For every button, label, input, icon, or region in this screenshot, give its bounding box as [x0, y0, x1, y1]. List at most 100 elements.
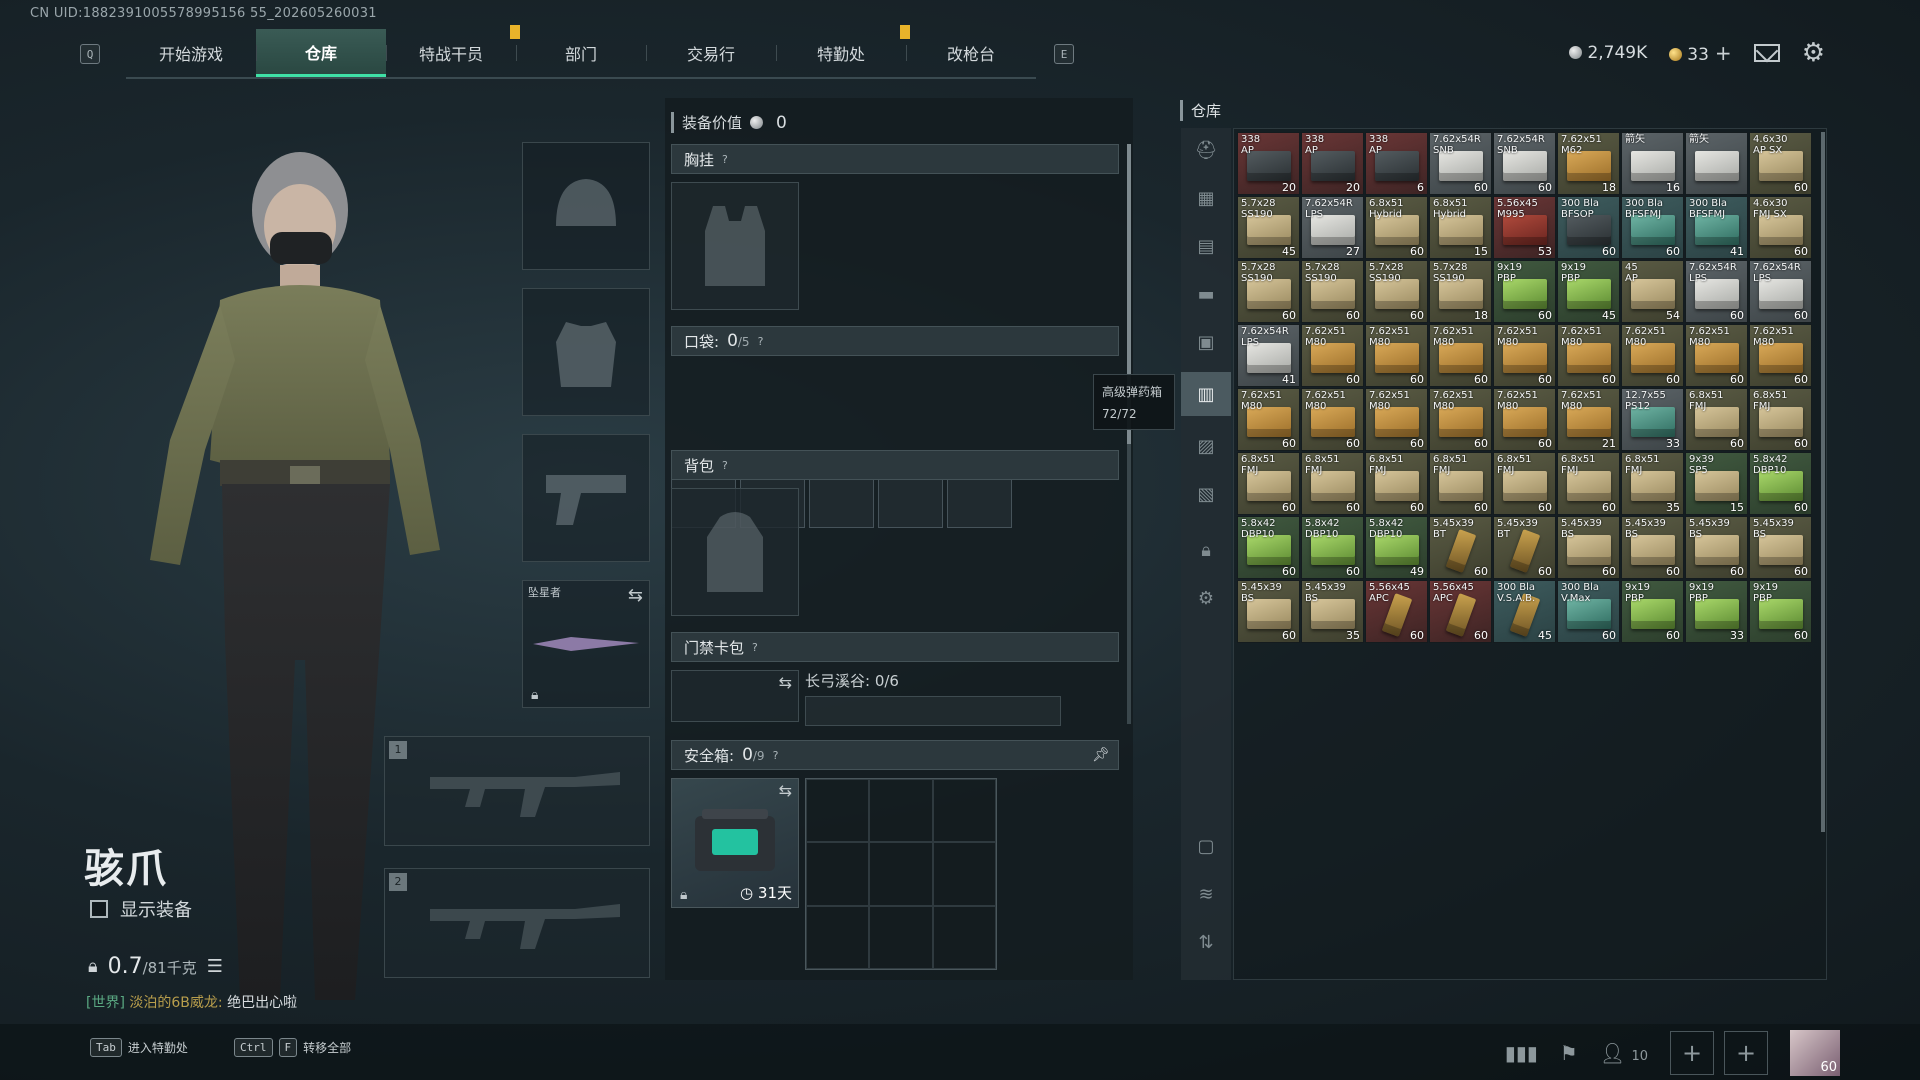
add-teammate-button[interactable]: + — [1670, 1031, 1714, 1075]
warehouse-item[interactable]: 5.7x28 SS190 60 — [1301, 260, 1364, 323]
armor-category-icon[interactable]: ▦ — [1181, 176, 1231, 220]
warehouse-item[interactable]: 7.62x51 M80 60 — [1493, 388, 1556, 451]
world-chat[interactable]: [世界] 淡泊的6B威龙: 绝巴出心啦 — [86, 992, 297, 1012]
warehouse-item[interactable]: 9x19 PBP 33 — [1685, 580, 1748, 643]
warehouse-item[interactable]: 5.45x39 BS 60 — [1685, 516, 1748, 579]
warehouse-item[interactable]: 5.45x39 BS 60 — [1557, 516, 1620, 579]
warehouse-item[interactable]: 5.8x42 DBP10 60 — [1301, 516, 1364, 579]
safe-box-grid[interactable] — [805, 778, 997, 970]
help-icon[interactable]: ? — [752, 641, 758, 654]
warehouse-item[interactable]: 12.7x55 PS12 33 — [1621, 388, 1684, 451]
warehouse-item[interactable]: 300 Bla V.S.A.B. 45 — [1493, 580, 1556, 643]
player-avatar[interactable]: 60 — [1790, 1030, 1840, 1076]
list-icon[interactable]: ☰ — [207, 956, 223, 977]
warehouse-item[interactable]: 5.56x45 M995 53 — [1493, 196, 1556, 259]
warehouse-item[interactable]: 6.8x51 Hybrid 60 — [1365, 196, 1428, 259]
warehouse-item[interactable]: 9x39 SP5 15 — [1685, 452, 1748, 515]
warehouse-item[interactable]: 7.62x54R LPS 60 — [1749, 260, 1812, 323]
warehouse-item[interactable]: 4.6x30 FMJ SX 60 — [1749, 196, 1812, 259]
safe-cell[interactable] — [932, 779, 996, 843]
warehouse-item[interactable]: 7.62x54R LPS 60 — [1685, 260, 1748, 323]
warehouse-item[interactable]: 6.8x51 FMJ 60 — [1301, 452, 1364, 515]
warehouse-item[interactable]: 300 Bla V.Max 60 — [1557, 580, 1620, 643]
warehouse-item[interactable]: 45 AP 54 — [1621, 260, 1684, 323]
warehouse-item[interactable]: 7.62x54R LPS 41 — [1237, 324, 1300, 387]
warehouse-item[interactable]: 7.62x51 M80 21 — [1557, 388, 1620, 451]
help-icon[interactable]: ? — [773, 749, 779, 762]
warehouse-item[interactable]: 7.62x51 M80 60 — [1749, 324, 1812, 387]
warehouse-scrollbar[interactable] — [1821, 132, 1825, 832]
enter-special-ops-hint[interactable]: Tab 进入特勤处 — [90, 1038, 188, 1057]
help-icon[interactable]: ? — [758, 335, 764, 348]
warehouse-item[interactable]: 6.8x51 FMJ 60 — [1237, 452, 1300, 515]
armor-slot[interactable] — [522, 288, 650, 416]
warehouse-item[interactable]: 9x19 PBP 60 — [1621, 580, 1684, 643]
warehouse-item[interactable]: 9x19 PBP 60 — [1749, 580, 1812, 643]
tab-6[interactable]: 改枪台 — [906, 29, 1036, 77]
safe-cell[interactable] — [869, 779, 933, 843]
warehouse-item[interactable]: 6.8x51 FMJ 35 — [1621, 452, 1684, 515]
warehouse-item[interactable]: 5.56x45 APC 60 — [1429, 580, 1492, 643]
warehouse-item[interactable]: 箭矢 16 — [1621, 132, 1684, 195]
warehouse-item[interactable]: 7.62x51 M80 60 — [1493, 324, 1556, 387]
warehouse-item[interactable]: 6.8x51 FMJ 60 — [1557, 452, 1620, 515]
secondary-weapon-slot[interactable]: 2 — [384, 868, 650, 978]
rig-category-icon[interactable]: ▤ — [1181, 224, 1231, 268]
tab-4[interactable]: 交易行 — [646, 29, 776, 77]
warehouse-item[interactable]: 5.7x28 SS190 18 — [1429, 260, 1492, 323]
tab-0[interactable]: 开始游戏 — [126, 29, 256, 77]
warehouse-item[interactable]: 7.62x51 M80 60 — [1365, 388, 1428, 451]
nav-next-key[interactable]: E — [1054, 44, 1074, 64]
warehouse-item[interactable]: 5.45x39 BT 60 — [1493, 516, 1556, 579]
chest-rig-slot[interactable] — [671, 182, 799, 310]
mail-icon[interactable] — [1753, 44, 1780, 62]
tab-3[interactable]: 部门 — [516, 29, 646, 77]
warehouse-item[interactable]: 7.62x51 M62 18 — [1557, 132, 1620, 195]
friends-button[interactable]: 👤︎ 10 — [1600, 1041, 1648, 1065]
warehouse-item[interactable]: 7.62x51 M80 60 — [1301, 388, 1364, 451]
warehouse-item[interactable]: 7.62x51 M80 60 — [1429, 388, 1492, 451]
warehouse-item[interactable]: 6.8x51 FMJ 60 — [1493, 452, 1556, 515]
warehouse-item[interactable]: 6.8x51 FMJ 60 — [1685, 388, 1748, 451]
backpack-category-icon[interactable]: ▣ — [1181, 320, 1231, 364]
medical-category-icon[interactable]: ▨ — [1181, 424, 1231, 468]
pin-icon[interactable]: 📌︎ — [1092, 747, 1110, 763]
add-currency-button[interactable]: + — [1715, 41, 1732, 65]
warehouse-item[interactable]: 7.62x54R SNB 60 — [1493, 132, 1556, 195]
keycard-grid[interactable] — [805, 696, 1061, 726]
warehouse-item[interactable]: 7.62x51 M80 60 — [1685, 324, 1748, 387]
helmet-category-icon[interactable]: ⛑︎ — [1181, 128, 1231, 172]
warehouse-item[interactable]: 5.45x39 BT 60 — [1429, 516, 1492, 579]
helmet-slot[interactable] — [522, 142, 650, 270]
warehouse-item[interactable]: 338 AP 20 — [1301, 132, 1364, 195]
settings-gear-icon[interactable]: ⚙ — [1802, 38, 1825, 68]
warehouse-item[interactable]: 7.62x51 M80 60 — [1365, 324, 1428, 387]
ammo-box-category-icon[interactable]: ▥ — [1181, 372, 1231, 416]
warehouse-item[interactable]: 5.7x28 SS190 45 — [1237, 196, 1300, 259]
safe-box-slot[interactable]: ⇆ 🔒︎ ◷ 31天 — [671, 778, 799, 908]
help-icon[interactable]: ? — [722, 459, 728, 472]
show-gear-checkbox[interactable] — [90, 900, 108, 918]
tab-2[interactable]: 特战干员 — [386, 25, 520, 77]
weapon-category-icon[interactable]: ▬ — [1181, 272, 1231, 316]
warehouse-item[interactable]: 7.62x51 M80 60 — [1557, 324, 1620, 387]
warehouse-item[interactable]: 7.62x51 M80 60 — [1621, 324, 1684, 387]
safe-cell[interactable] — [806, 905, 870, 969]
safe-cell[interactable] — [932, 842, 996, 906]
warehouse-item[interactable]: 5.8x42 DBP10 60 — [1237, 516, 1300, 579]
warehouse-item[interactable]: 6.8x51 Hybrid 15 — [1429, 196, 1492, 259]
warehouse-item[interactable]: 300 Bla BFSFMJ 60 — [1621, 196, 1684, 259]
add-teammate-button[interactable]: + — [1724, 1031, 1768, 1075]
warehouse-item[interactable]: 6.8x51 FMJ 60 — [1429, 452, 1492, 515]
safe-cell[interactable] — [932, 905, 996, 969]
tab-5[interactable]: 特勤处 — [776, 25, 910, 77]
flag-icon[interactable]: ⚑ — [1560, 1041, 1578, 1065]
warehouse-item[interactable]: 6.8x51 FMJ 60 — [1365, 452, 1428, 515]
settings-category-icon[interactable]: ⚙ — [1181, 576, 1231, 620]
warehouse-item[interactable]: 9x19 PBP 60 — [1493, 260, 1556, 323]
safe-cell[interactable] — [806, 842, 870, 906]
safe-cell[interactable] — [806, 779, 870, 843]
warehouse-item[interactable]: 6.8x51 FMJ 60 — [1749, 388, 1812, 451]
melee-slot[interactable]: 坠星者 ⇆ 🔒︎ — [522, 580, 650, 708]
warehouse-item[interactable]: 338 AP 6 — [1365, 132, 1428, 195]
